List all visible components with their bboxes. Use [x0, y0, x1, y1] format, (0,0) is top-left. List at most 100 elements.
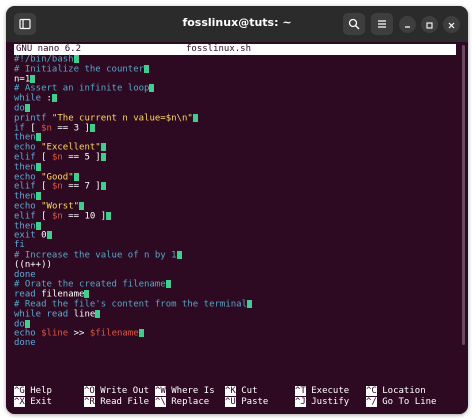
line-end-marker [89, 123, 95, 132]
shortcut-key: ^G [14, 386, 25, 396]
code-token: printf [14, 113, 47, 124]
code-token: == 3 ] [51, 123, 90, 134]
code-token: ((n++)) [14, 259, 52, 270]
shortcut-key: ^R [84, 397, 95, 407]
line-end-marker [73, 172, 79, 181]
shortcut-item: ^W Where Is [155, 386, 215, 396]
shortcut-item: ^\ Replace [155, 397, 209, 407]
code-line: if [ $n == 3 ] [14, 123, 252, 134]
shortcut-label: Where Is [165, 386, 215, 396]
code-token: echo [14, 201, 36, 212]
shortcut-label: Exit [24, 397, 52, 407]
code-line: while read line [14, 309, 252, 320]
close-icon [447, 15, 456, 34]
shortcut-item: ^G Help [14, 386, 52, 396]
editor-buffer[interactable]: #!/bin/bash # Initialize the counter n=1 # … [14, 55, 252, 349]
shortcut-key: ^/ [366, 397, 377, 407]
code-token: $n [41, 123, 52, 134]
code-token: echo [14, 172, 36, 183]
code-token: then [14, 221, 36, 232]
code-line: elif [ $n == 7 ] [14, 182, 252, 192]
code-line: then [14, 221, 252, 232]
maximize-icon [425, 15, 434, 34]
search-button[interactable] [343, 13, 365, 35]
shortcut-label: Help [24, 386, 52, 396]
line-end-marker [35, 162, 41, 171]
code-token: if [14, 123, 25, 134]
line-end-marker [51, 94, 57, 103]
code-token: while [14, 93, 42, 104]
code-token: == 10 ] [62, 211, 107, 222]
line-end-marker [176, 250, 182, 259]
code-token: 0 [35, 230, 47, 241]
shortcut-item: ^O Write Out [84, 386, 149, 396]
menu-button[interactable] [371, 13, 393, 35]
code-token: n=1 [14, 74, 31, 85]
minimize-button[interactable] [399, 16, 416, 33]
code-token: [ [35, 152, 52, 163]
line-end-marker [165, 280, 171, 289]
line-end-marker [46, 231, 52, 240]
code-line: echo $line >> $filename [14, 329, 252, 339]
shortcut-label: Justify [305, 397, 350, 407]
close-button[interactable] [443, 16, 460, 33]
code-token: # Read the file's content from the termi… [14, 299, 247, 310]
shortcut-label: Go To Line [376, 397, 437, 407]
line-end-marker [100, 152, 106, 161]
code-token: [ [35, 181, 52, 192]
shortcut-key: ^C [366, 386, 377, 396]
shortcut-label: Replace [165, 397, 210, 407]
nano-header-bar: GNU nano 6.2 fosslinux.sh [14, 44, 456, 55]
code-token: echo [14, 142, 36, 153]
menu-icon [376, 15, 388, 34]
line-end-marker [35, 192, 41, 201]
shortcut-label: Cut [235, 386, 258, 396]
code-token: fi [14, 240, 25, 251]
shortcut-item: ^U Paste [225, 397, 268, 407]
shortcut-label: Location [376, 386, 426, 396]
scrollbar[interactable] [462, 45, 465, 345]
code-token: read [14, 289, 36, 300]
code-token: then [14, 132, 36, 143]
shortcut-label: Execute [305, 386, 350, 396]
shortcut-label: Paste [235, 397, 269, 407]
line-end-marker [149, 84, 155, 93]
code-token: $filename [89, 328, 139, 339]
code-token: # Orate the created filename [14, 279, 166, 290]
code-token: : [41, 93, 52, 104]
line-end-marker [192, 113, 198, 122]
shortcut-key: ^\ [155, 397, 166, 407]
code-token: filename [35, 289, 85, 300]
code-token: do [14, 103, 25, 114]
maximize-button[interactable] [421, 16, 438, 33]
code-line: while : [14, 94, 252, 104]
line-end-marker [79, 201, 85, 210]
code-line: # Initialize the counter [14, 64, 252, 75]
shortcut-key: ^J [295, 397, 306, 407]
code-line: done [14, 338, 252, 349]
shortcut-key: ^K [225, 386, 236, 396]
code-token: $n [51, 152, 63, 163]
code-token: # Assert an infinite loop [14, 83, 150, 94]
terminal-area[interactable]: GNU nano 6.2 fosslinux.sh #!/bin/bash # I… [6, 42, 468, 414]
line-end-marker [95, 309, 101, 318]
shortcut-key: ^W [155, 386, 166, 396]
minimize-icon [403, 15, 412, 34]
code-token: # Initialize the counter [14, 64, 145, 75]
line-end-marker [24, 319, 30, 328]
line-end-marker [30, 74, 36, 83]
line-end-marker [138, 329, 144, 338]
code-token: line [68, 309, 96, 320]
shortcut-label: Read File [94, 397, 150, 407]
code-token: $n [51, 181, 63, 192]
code-token: $n [51, 211, 63, 222]
line-end-marker [106, 211, 112, 220]
shortcut-item: ^R Read File [84, 397, 149, 407]
shortcut-key: ^T [295, 386, 306, 396]
shortcut-label: Write Out [94, 386, 150, 396]
line-end-marker [100, 143, 106, 152]
code-token: [ [24, 123, 42, 134]
shortcut-key: ^O [84, 386, 95, 396]
code-line: ((n++)) [14, 259, 252, 271]
shortcut-item: ^/ Go To Line [366, 397, 436, 407]
